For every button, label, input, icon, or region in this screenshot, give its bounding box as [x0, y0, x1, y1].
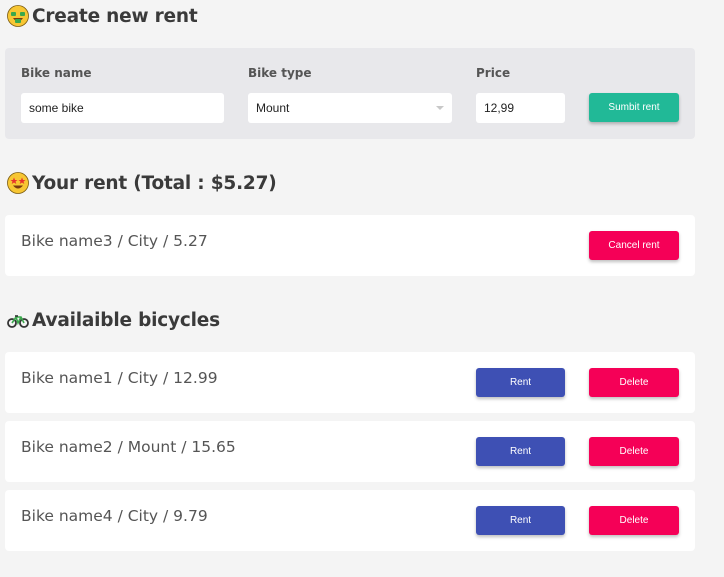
chevron-down-icon [436, 106, 444, 110]
bike-type-select[interactable]: Mount [248, 93, 452, 123]
bike-type-selected-value: Mount [256, 101, 290, 115]
bike-info: Bike name1 / City / 12.99 [21, 369, 218, 387]
price-input[interactable] [476, 93, 565, 123]
bike-name-label: Bike name [21, 66, 92, 80]
bike-card: Bike name2 / Mount / 15.65 Rent Delete [5, 421, 695, 482]
delete-button[interactable]: Delete [589, 368, 679, 397]
money-mouth-face-icon [7, 5, 29, 27]
create-rent-form: Bike name Bike type Mount Price Sumbit r… [5, 48, 695, 139]
your-rent-title: Your rent (Total : $5.27) [32, 172, 277, 194]
available-bicycles-title: Availaible bicycles [32, 309, 220, 331]
delete-button[interactable]: Delete [589, 506, 679, 535]
bike-type-label: Bike type [248, 66, 312, 80]
create-rent-heading: Create new rent [7, 5, 198, 27]
cancel-rent-button[interactable]: Cancel rent [589, 231, 679, 260]
submit-rent-button[interactable]: Sumbit rent [589, 93, 679, 122]
bike-card: Bike name4 / City / 9.79 Rent Delete [5, 490, 695, 551]
rent-button[interactable]: Rent [476, 506, 565, 535]
available-bicycles-heading: Availaible bicycles [7, 309, 220, 331]
your-rent-heading: Your rent (Total : $5.27) [7, 172, 277, 194]
bicycle-icon [7, 309, 29, 331]
rent-button[interactable]: Rent [476, 368, 565, 397]
bike-card: Bike name1 / City / 12.99 Rent Delete [5, 352, 695, 413]
rent-button[interactable]: Rent [476, 437, 565, 466]
rented-bike-info: Bike name3 / City / 5.27 [21, 232, 208, 250]
price-label: Price [476, 66, 511, 80]
bike-name-input[interactable] [21, 93, 224, 123]
bike-info: Bike name4 / City / 9.79 [21, 507, 208, 525]
delete-button[interactable]: Delete [589, 437, 679, 466]
create-rent-title: Create new rent [32, 5, 198, 27]
rented-bike-card: Bike name3 / City / 5.27 Cancel rent [5, 215, 695, 276]
bike-info: Bike name2 / Mount / 15.65 [21, 438, 236, 456]
star-struck-face-icon [7, 172, 29, 194]
